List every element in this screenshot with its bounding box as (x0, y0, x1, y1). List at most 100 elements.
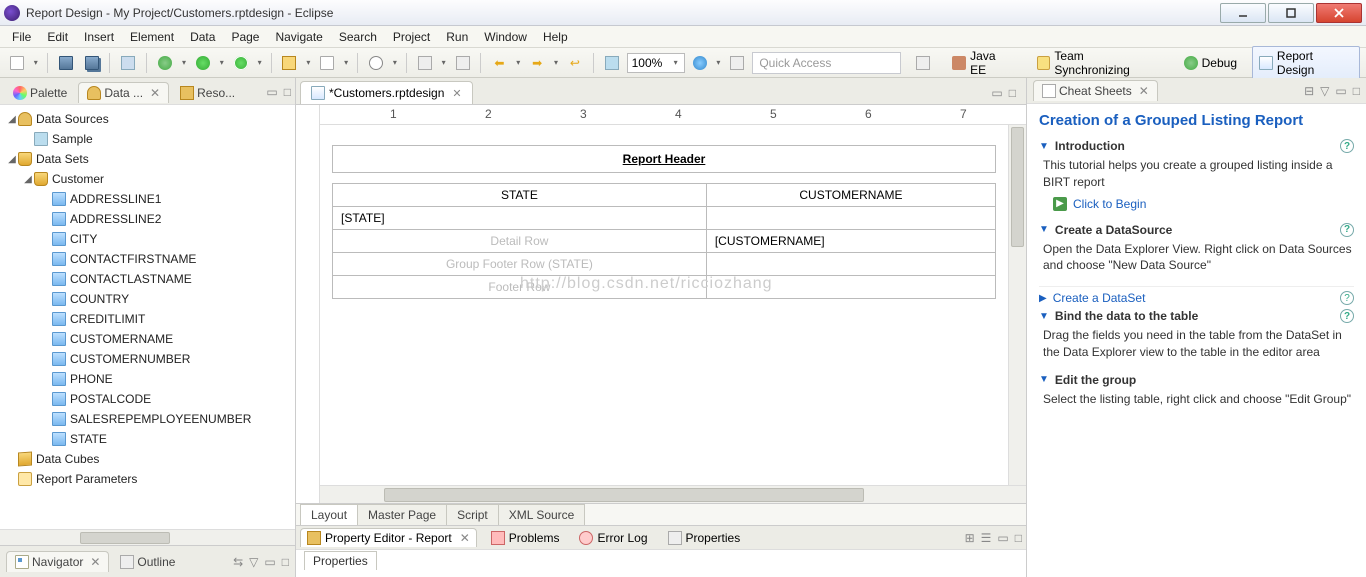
view-toolbar-icon[interactable]: ☰ (981, 531, 992, 545)
tree-data-sources[interactable]: ◢Data Sources (0, 109, 295, 129)
toggle-breadcrumb-button[interactable] (117, 52, 139, 74)
menu-window[interactable]: Window (476, 28, 535, 46)
close-icon[interactable]: ✕ (90, 555, 100, 569)
tree-col[interactable]: STATE (0, 429, 295, 449)
new-file-button[interactable] (316, 52, 338, 74)
tree-data-sets[interactable]: ◢Data Sets (0, 149, 295, 169)
menu-project[interactable]: Project (385, 28, 438, 46)
pe-tab-properties[interactable]: Properties (662, 529, 747, 547)
close-icon[interactable]: ✕ (150, 86, 160, 100)
view-tab-data-explorer[interactable]: Data ...✕ (78, 82, 169, 103)
group-header-cell[interactable]: [STATE] (333, 207, 707, 230)
tree-col[interactable]: ADDRESSLINE1 (0, 189, 295, 209)
nav-fwd-button[interactable]: ➡ (526, 52, 548, 74)
run-dropdown[interactable]: ▾ (218, 58, 226, 67)
menu-file[interactable]: File (4, 28, 39, 46)
minimize-view-icon[interactable]: ▭ (997, 531, 1008, 545)
paste-button[interactable] (452, 52, 474, 74)
tree-col[interactable]: POSTALCODE (0, 389, 295, 409)
view-tab-cheat-sheets[interactable]: Cheat Sheets✕ (1033, 80, 1158, 101)
tree-col[interactable]: PHONE (0, 369, 295, 389)
minimize-view-icon[interactable]: ▭ (266, 85, 277, 99)
menu-element[interactable]: Element (122, 28, 182, 46)
editor-tab-customers[interactable]: *Customers.rptdesign ✕ (300, 81, 473, 104)
pe-tab-property-editor[interactable]: Property Editor - Report✕ (300, 528, 477, 547)
tree-col[interactable]: CONTACTFIRSTNAME (0, 249, 295, 269)
tree-col[interactable]: CONTACTLASTNAME (0, 269, 295, 289)
data-explorer-tree[interactable]: ◢Data Sources Sample ◢Data Sets ◢Custome… (0, 104, 295, 529)
quick-access-input[interactable]: Quick Access (752, 52, 901, 74)
view-tab-outline[interactable]: Outline (111, 551, 184, 572)
btab-script[interactable]: Script (446, 504, 499, 525)
btab-xml-source[interactable]: XML Source (498, 504, 586, 525)
report-header-cell[interactable]: Report Header (332, 145, 996, 173)
zoom-combo[interactable]: ▾ (627, 53, 685, 73)
new-dropdown[interactable]: ▾ (32, 58, 40, 67)
new-file-dropdown[interactable]: ▾ (342, 58, 350, 67)
debug-dropdown[interactable]: ▾ (180, 58, 188, 67)
preview-button[interactable] (601, 52, 623, 74)
cut-dropdown[interactable]: ▾ (440, 58, 448, 67)
nav-back-button[interactable]: ⬅ (488, 52, 510, 74)
cheat-section-header[interactable]: ▼Bind the data to the table? (1039, 309, 1354, 323)
view-tab-navigator[interactable]: Navigator✕ (6, 551, 109, 572)
minimize-view-icon[interactable]: ▭ (1335, 84, 1346, 98)
cheat-section-header[interactable]: ▼Create a DataSource? (1039, 223, 1354, 237)
new-project-button[interactable] (279, 52, 301, 74)
cheat-link-begin[interactable]: ▶Click to Begin (1039, 197, 1354, 211)
menu-run[interactable]: Run (438, 28, 476, 46)
editor-hscrollbar[interactable] (320, 485, 1026, 503)
view-toolbar-icon[interactable]: ⊞ (965, 531, 975, 545)
tree-col[interactable]: CUSTOMERNAME (0, 329, 295, 349)
tree-col[interactable]: COUNTRY (0, 289, 295, 309)
open-perspective-button[interactable] (909, 53, 937, 73)
nav-back-dropdown[interactable]: ▾ (514, 58, 522, 67)
tree-col[interactable]: SALESREPEMPLOYEENUMBER (0, 409, 295, 429)
editor-vscrollbar[interactable] (1008, 125, 1026, 485)
view-menu-icon[interactable]: ▽ (249, 555, 258, 569)
collapse-all-icon[interactable]: ⊟ (1304, 84, 1314, 98)
maximize-editor-icon[interactable]: □ (1009, 86, 1016, 100)
pe-body-tab[interactable]: Properties (304, 551, 377, 570)
maximize-button[interactable] (1268, 3, 1314, 23)
detail-row-label[interactable]: Detail Row (333, 230, 707, 253)
btab-master-page[interactable]: Master Page (357, 504, 447, 525)
run-button[interactable] (192, 52, 214, 74)
group-footer-empty[interactable] (706, 253, 995, 276)
close-button[interactable] (1316, 3, 1362, 23)
search-dropdown[interactable]: ▾ (391, 58, 399, 67)
view-menu-icon[interactable]: ▽ (1320, 84, 1329, 98)
report-canvas[interactable]: Report Header STATE CUSTOMERNAME [STATE] (320, 125, 1008, 485)
cut-button[interactable] (414, 52, 436, 74)
toggle-ruler-button[interactable] (726, 52, 748, 74)
tree-sample[interactable]: Sample (0, 129, 295, 149)
new-project-dropdown[interactable]: ▾ (304, 58, 312, 67)
menu-help[interactable]: Help (535, 28, 576, 46)
zoom-input[interactable] (632, 56, 672, 70)
tree-col[interactable]: CUSTOMERNUMBER (0, 349, 295, 369)
help-icon[interactable]: ? (1340, 309, 1354, 323)
minimize-view-icon[interactable]: ▭ (264, 555, 275, 569)
view-tab-palette[interactable]: Palette (4, 82, 76, 103)
column-header-state[interactable]: STATE (333, 184, 707, 207)
save-all-button[interactable] (81, 52, 103, 74)
help-icon[interactable]: ? (1340, 223, 1354, 237)
pe-tab-problems[interactable]: Problems (485, 529, 566, 547)
debug-button[interactable] (154, 52, 176, 74)
menu-search[interactable]: Search (331, 28, 385, 46)
maximize-view-icon[interactable]: □ (1015, 531, 1022, 545)
cheat-section-header[interactable]: ▼Edit the group (1039, 373, 1354, 387)
maximize-view-icon[interactable]: □ (1353, 84, 1360, 98)
run-last-dropdown[interactable]: ▾ (256, 58, 264, 67)
perspective-team-sync[interactable]: Team Synchronizing (1030, 46, 1169, 80)
new-button[interactable] (6, 52, 28, 74)
tree-col[interactable]: CREDITLIMIT (0, 309, 295, 329)
menu-edit[interactable]: Edit (39, 28, 76, 46)
tree-col[interactable]: CITY (0, 229, 295, 249)
view-tab-resource[interactable]: Reso... (171, 82, 244, 103)
tree-hscrollbar[interactable] (0, 529, 295, 545)
close-icon[interactable]: ✕ (452, 87, 461, 100)
nav-fwd-dropdown[interactable]: ▾ (552, 58, 560, 67)
group-footer-label[interactable]: Group Footer Row (STATE) (333, 253, 707, 276)
pe-tab-error-log[interactable]: Error Log (573, 529, 653, 547)
